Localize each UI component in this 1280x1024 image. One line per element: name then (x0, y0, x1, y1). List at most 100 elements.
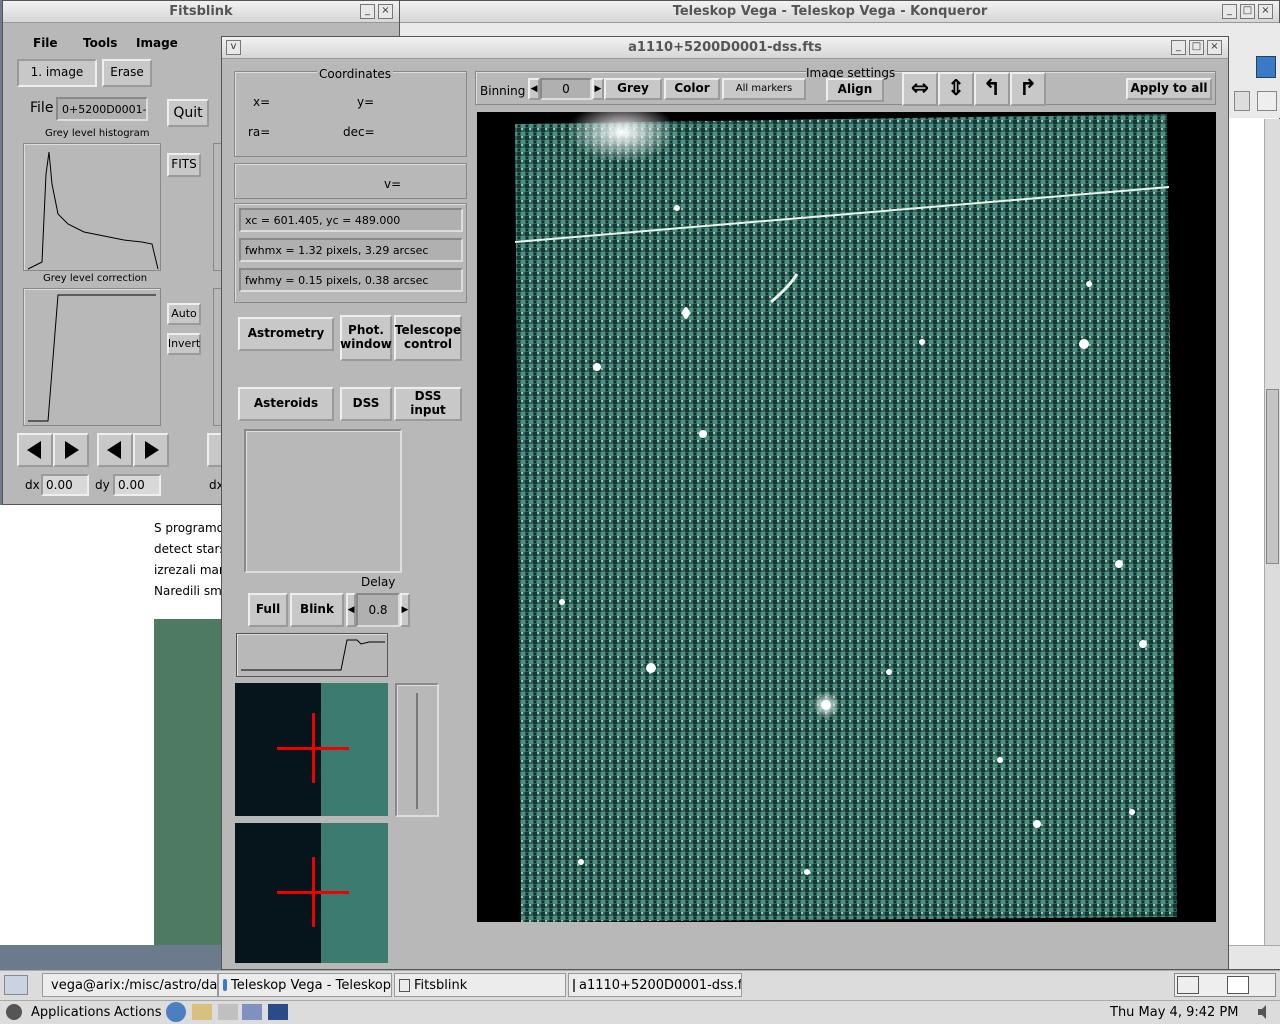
delay-field[interactable]: 0.8 (356, 593, 400, 627)
taskbar-item-terminal[interactable]: vega@arix:/misc/astro/da (42, 973, 218, 997)
terminal-launcher-icon[interactable] (268, 1004, 288, 1020)
close-icon[interactable]: × (378, 4, 393, 19)
go-icon[interactable] (1257, 91, 1277, 111)
rotate-right-icon[interactable]: ↱ (1010, 72, 1046, 106)
minimize-icon[interactable]: _ (1171, 40, 1186, 55)
auto-button[interactable]: Auto (167, 303, 201, 325)
file-field[interactable]: 0+5200D0001-ds (56, 97, 148, 121)
binning-field[interactable]: 0 (540, 78, 592, 100)
correction-plot (23, 288, 161, 426)
right-arrow-icon[interactable] (53, 433, 89, 467)
zoom-view-1 (235, 683, 388, 816)
fitsblink-titlebar[interactable]: Fitsblink _ × (3, 1, 399, 23)
star (699, 430, 707, 438)
grey-radio[interactable]: Grey (604, 78, 662, 100)
star (1139, 640, 1147, 648)
second-panel-edge-2 (213, 288, 221, 426)
histogram-plot (23, 143, 161, 271)
blink-button[interactable]: Blink (290, 593, 344, 627)
left-arrow-icon[interactable] (97, 433, 133, 467)
mail-launcher-icon[interactable] (192, 1004, 212, 1020)
speaker-icon[interactable] (1256, 1004, 1272, 1020)
zoom-view-2 (235, 823, 388, 963)
taskbar-item-image[interactable]: a1110+5200D0001-dss.fts (568, 973, 742, 997)
align-button[interactable]: Align (826, 78, 884, 102)
star (997, 757, 1003, 763)
right-arrow-icon[interactable] (133, 433, 169, 467)
apply-to-all-button[interactable]: Apply to all (1126, 78, 1212, 100)
gnome-foot-icon[interactable] (6, 1004, 22, 1020)
star (821, 700, 831, 710)
x-label: x= (253, 95, 271, 109)
taskbar-item-label: a1110+5200D0001-dss.fts (579, 977, 742, 993)
correction-curve (28, 294, 156, 422)
horizontal-flip-icon[interactable]: ⇔ (902, 72, 938, 106)
window-icon (399, 978, 410, 992)
second-panel-edge (213, 143, 221, 271)
image-canvas[interactable] (477, 102, 1216, 922)
close-icon[interactable]: × (1258, 4, 1273, 19)
minimize-icon[interactable]: _ (1222, 4, 1237, 19)
image-window-titlebar[interactable]: v a1110+5200D0001-dss.fts _ □ × (222, 37, 1228, 59)
actions-menu[interactable]: Actions (114, 1005, 162, 1020)
rotate-left-icon[interactable]: ↰ (974, 72, 1010, 106)
scrollbar-thumb[interactable] (1266, 389, 1279, 564)
image-select-button[interactable]: 1. image (17, 59, 97, 87)
quit-button[interactable]: Quit (167, 99, 209, 127)
fits-button[interactable]: FITS (167, 153, 201, 177)
telescope-control-button[interactable]: Telescope control (394, 315, 462, 361)
y-label: y= (357, 95, 375, 109)
color-radio[interactable]: Color (664, 78, 720, 100)
close-icon[interactable]: × (1207, 40, 1222, 55)
correction-label: Grey level correction (43, 273, 148, 284)
image-window: v a1110+5200D0001-dss.fts _ □ × Coordina… (221, 36, 1229, 970)
dss-input-button[interactable]: DSS input (394, 387, 462, 421)
editor-launcher-icon[interactable] (218, 1004, 238, 1020)
clock[interactable]: Thu May 4, 9:42 PM (1110, 1005, 1238, 1020)
asteroids-button[interactable]: Asteroids (238, 387, 334, 421)
taskbar-item-fitsblink[interactable]: Fitsblink (394, 973, 566, 997)
astrometry-button[interactable]: Astrometry (238, 317, 334, 351)
menu-tools[interactable]: Tools (83, 36, 117, 50)
applications-menu[interactable]: Applications (31, 1005, 110, 1020)
menu-image[interactable]: Image (136, 36, 178, 50)
zoom-slider[interactable] (395, 683, 439, 817)
taskbar-item-konqueror[interactable]: Teleskop Vega - Teleskop (218, 973, 392, 997)
text-line-4b: Naredili sm (154, 584, 222, 598)
konqueror-titlebar[interactable]: Teleskop Vega - Teleskop Vega - Konquero… (381, 1, 1279, 23)
binning-decrement[interactable]: ◀ (528, 78, 540, 100)
browser-launcher-icon[interactable] (166, 1002, 186, 1022)
profile-curve (241, 639, 385, 671)
location-dropdown-icon[interactable] (1234, 91, 1250, 111)
left-arrow-icon[interactable] (17, 433, 53, 467)
presentation-launcher-icon[interactable] (242, 1004, 262, 1020)
workspace-switcher[interactable] (1174, 973, 1276, 997)
erase-button[interactable]: Erase (102, 59, 152, 87)
show-desktop-icon[interactable] (4, 975, 28, 995)
delay-increment[interactable]: ▶ (400, 593, 410, 627)
delay-decrement[interactable]: ◀ (346, 593, 356, 627)
star (886, 669, 892, 675)
konqueror-logo-icon[interactable] (1256, 56, 1276, 78)
minimize-icon[interactable]: _ (360, 4, 375, 19)
vertical-flip-icon[interactable]: ⇕ (938, 72, 974, 106)
star-field-image (514, 102, 1177, 922)
scrollbar[interactable] (1264, 119, 1280, 945)
dx-input[interactable]: 0.00 (41, 474, 89, 496)
centroid-field: xc = 601.405, yc = 489.000 (239, 208, 463, 232)
dy-input[interactable]: 0.00 (113, 474, 161, 496)
binning-increment[interactable]: ▶ (592, 78, 604, 100)
invert-button[interactable]: Invert (167, 333, 201, 355)
dss-button[interactable]: DSS (340, 387, 392, 421)
maximize-icon[interactable]: □ (1189, 40, 1204, 55)
maximize-icon[interactable]: □ (1240, 4, 1255, 19)
workspace-2[interactable] (1227, 976, 1249, 994)
full-button[interactable]: Full (248, 593, 288, 627)
image-field (515, 114, 1177, 922)
phot-window-button[interactable]: Phot. window (340, 315, 392, 361)
markers-dropdown[interactable]: All markers (722, 78, 806, 100)
star (683, 307, 689, 319)
star (674, 205, 680, 211)
menu-file[interactable]: File (33, 36, 58, 50)
workspace-1[interactable] (1177, 976, 1199, 994)
